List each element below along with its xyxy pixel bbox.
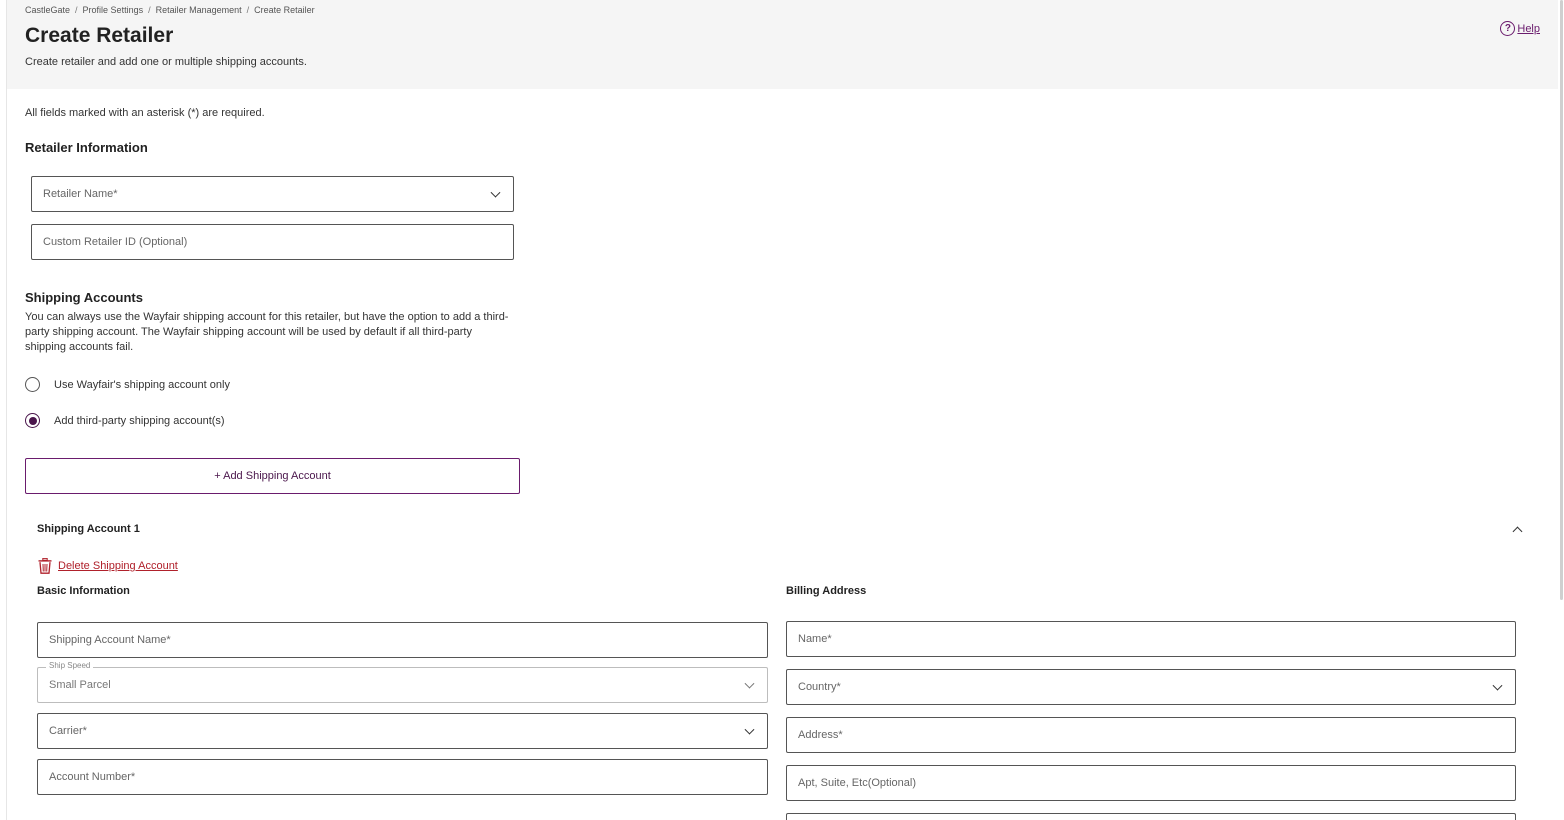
trash-icon	[38, 558, 52, 574]
retailer-name-placeholder: Retailer Name*	[43, 188, 118, 200]
help-label: Help	[1517, 22, 1540, 35]
required-fields-note: All fields marked with an asterisk (*) a…	[25, 107, 265, 119]
billing-name-input[interactable]: Name*	[786, 621, 1516, 657]
next-billing-field-partial[interactable]	[786, 813, 1516, 820]
apt-suite-placeholder: Apt, Suite, Etc(Optional)	[798, 777, 916, 789]
shipping-accounts-title: Shipping Accounts	[25, 290, 143, 305]
retailer-information-title: Retailer Information	[25, 140, 148, 155]
country-placeholder: Country*	[798, 681, 841, 693]
delete-shipping-account-link[interactable]: Delete Shipping Account	[38, 558, 178, 574]
delete-shipping-account-label: Delete Shipping Account	[58, 560, 178, 572]
page-title: Create Retailer	[25, 24, 174, 47]
breadcrumb-retailer-management[interactable]: Retailer Management	[156, 5, 242, 15]
custom-retailer-id-input[interactable]: Custom Retailer ID (Optional)	[31, 224, 514, 260]
radio-third-party[interactable]: Add third-party shipping account(s)	[25, 413, 225, 428]
breadcrumb-castlegate[interactable]: CastleGate	[25, 5, 70, 15]
breadcrumb: CastleGate / Profile Settings / Retailer Man…	[25, 5, 315, 15]
account-number-input[interactable]: Account Number*	[37, 759, 768, 795]
billing-address-title: Billing Address	[786, 585, 867, 597]
shipping-account-name-placeholder: Shipping Account Name*	[49, 634, 171, 646]
chevron-down-icon	[490, 187, 501, 198]
shipping-account-name-input[interactable]: Shipping Account Name*	[37, 622, 768, 658]
breadcrumb-profile-settings[interactable]: Profile Settings	[83, 5, 144, 15]
radio-button[interactable]	[25, 377, 40, 392]
breadcrumb-separator: /	[75, 5, 78, 15]
carrier-select[interactable]: Carrier*	[37, 713, 768, 749]
retailer-name-select[interactable]: Retailer Name*	[31, 176, 514, 212]
shipping-accounts-description: You can always use the Wayfair shipping …	[25, 311, 509, 353]
help-link[interactable]: ? Help	[1500, 21, 1540, 36]
page-subtitle: Create retailer and add one or multiple …	[25, 56, 307, 68]
breadcrumb-separator: /	[148, 5, 151, 15]
country-select[interactable]: Country*	[786, 669, 1516, 705]
ship-speed-select[interactable]: Small Parcel	[37, 667, 768, 703]
add-shipping-account-button[interactable]: + Add Shipping Account	[25, 458, 520, 494]
breadcrumb-current: Create Retailer	[254, 5, 315, 15]
custom-retailer-id-placeholder: Custom Retailer ID (Optional)	[43, 236, 188, 248]
billing-name-placeholder: Name*	[798, 633, 832, 645]
shipping-account-title: Shipping Account 1	[37, 523, 140, 535]
account-number-placeholder: Account Number*	[49, 771, 136, 783]
ship-speed-label: Ship Speed	[46, 661, 94, 670]
address-placeholder: Address*	[798, 729, 843, 741]
address-input[interactable]: Address*	[786, 717, 1516, 753]
basic-information-title: Basic Information	[37, 585, 130, 597]
chevron-down-icon	[744, 724, 755, 735]
page-header: CastleGate / Profile Settings / Retailer Man…	[7, 0, 1558, 89]
chevron-down-icon	[1492, 680, 1503, 691]
page-left-border	[6, 0, 7, 820]
radio-label: Add third-party shipping account(s)	[54, 414, 225, 427]
carrier-placeholder: Carrier*	[49, 725, 87, 737]
radio-wayfair-only[interactable]: Use Wayfair's shipping account only	[25, 377, 230, 392]
radio-button-selected[interactable]	[25, 413, 40, 428]
breadcrumb-separator: /	[246, 5, 250, 15]
radio-label: Use Wayfair's shipping account only	[54, 378, 230, 391]
help-circle-icon: ?	[1500, 21, 1516, 36]
chevron-down-icon	[744, 678, 755, 689]
chevron-up-icon[interactable]	[1512, 526, 1523, 537]
apt-suite-input[interactable]: Apt, Suite, Etc(Optional)	[786, 765, 1516, 801]
scrollbar[interactable]	[1559, 0, 1564, 820]
ship-speed-value: Small Parcel	[49, 679, 111, 691]
scrollbar-thumb[interactable]	[1560, 0, 1563, 600]
